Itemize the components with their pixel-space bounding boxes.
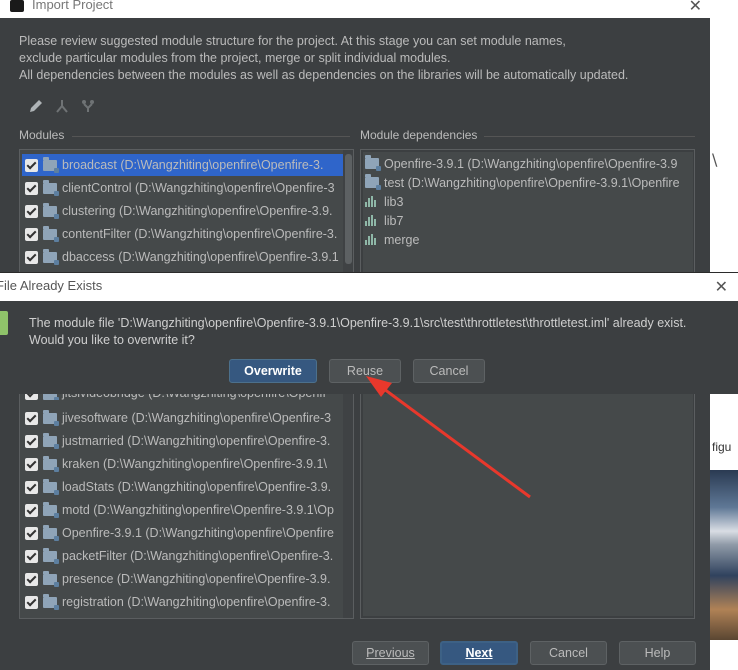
background-text-fragment: figu [712,440,732,454]
module-row-broadcast[interactable]: broadcast (D:\Wangzhiting\openfire\Openf… [22,154,344,176]
folder-icon [365,174,381,190]
modules-separator [72,136,350,137]
module-folder-icon [43,202,59,219]
folder-icon [365,155,381,171]
split-icon[interactable] [80,98,96,114]
module-folder-icon [43,478,59,495]
dependency-row[interactable]: Openfire-3.9.1 (D:\Wangzhiting\openfire\… [365,154,694,173]
file-exists-title: File Already Exists [0,278,103,293]
module-folder-icon [43,248,59,265]
module-row-clustering[interactable]: clustering (D:\Wangzhiting\openfire\Open… [22,200,344,222]
module-row-dbaccess[interactable]: dbaccess (D:\Wangzhiting\openfire\Openfi… [22,246,344,268]
module-checkbox[interactable] [25,411,38,425]
library-icon [365,234,379,245]
module-checkbox[interactable] [25,181,38,195]
description-text: Please review suggested module structure… [19,34,629,82]
module-folder-icon [43,547,59,564]
module-row-justmarried[interactable]: justmarried (D:\Wangzhiting\openfire\Ope… [22,430,344,452]
module-folder-icon [43,570,59,587]
module-checkbox[interactable] [25,434,38,448]
dependency-row[interactable]: test (D:\Wangzhiting\openfire\Openfire-3… [365,173,694,192]
module-checkbox[interactable] [25,595,38,609]
next-button[interactable]: Next [440,641,518,665]
module-row-openfire[interactable]: Openfire-3.9.1 (D:\Wangzhiting\openfire\… [22,522,344,544]
dialog-titlebar: Import Project ✕ [0,0,710,18]
cancel-overwrite-button[interactable]: Cancel [413,359,485,383]
module-checkbox[interactable] [25,250,38,264]
library-icon [365,215,379,226]
overwrite-button[interactable]: Overwrite [229,359,317,383]
module-row-jivesoftware[interactable]: jivesoftware (D:\Wangzhiting\openfire\Op… [22,407,344,429]
module-row-loadstats[interactable]: loadStats (D:\Wangzhiting\openfire\Openf… [22,476,344,498]
module-row-presence[interactable]: presence (D:\Wangzhiting\openfire\Openfi… [22,568,344,590]
module-folder-icon [43,524,59,541]
dependency-row[interactable]: merge [365,230,694,249]
dependencies-separator [484,136,695,137]
module-checkbox[interactable] [25,480,38,494]
module-folder-icon [43,593,59,610]
modules-section-label: Modules [19,128,65,142]
merge-icon[interactable] [54,98,70,114]
background-photo [710,470,738,640]
reuse-button[interactable]: Reuse [329,359,401,383]
module-row-contentfilter[interactable]: contentFilter (D:\Wangzhiting\openfire\O… [22,223,344,245]
module-row-registration[interactable]: registration (D:\Wangzhiting\openfire\Op… [22,591,344,613]
module-row-kraken[interactable]: kraken (D:\Wangzhiting\openfire\Openfire… [22,453,344,475]
background-glyph: \ [712,150,718,169]
module-row-clientcontrol[interactable]: clientControl (D:\Wangzhiting\openfire\O… [22,177,344,199]
module-folder-icon [43,455,59,472]
module-checkbox[interactable] [25,503,38,517]
module-toolbar [28,98,96,114]
module-checkbox[interactable] [25,549,38,563]
dependencies-section-label: Module dependencies [360,128,478,142]
module-checkbox[interactable] [25,158,38,172]
file-exists-titlebar: File Already Exists ✕ [0,273,738,301]
file-exists-dialog: File Already Exists ✕ The module file 'D… [0,272,738,394]
intellij-app-icon [10,0,24,12]
module-folder-icon [43,225,59,242]
module-checkbox[interactable] [25,457,38,471]
module-folder-icon [43,156,59,173]
dialog-title: Import Project [32,0,113,12]
module-checkbox[interactable] [25,204,38,218]
module-folder-icon [43,179,59,196]
cancel-button[interactable]: Cancel [530,641,607,665]
file-exists-message: The module file 'D:\Wangzhiting\openfire… [29,316,687,347]
module-folder-icon [43,409,59,426]
module-row-packetfilter[interactable]: packetFilter (D:\Wangzhiting\openfire\Op… [22,545,344,567]
dependency-row[interactable]: lib3 [365,192,694,211]
module-checkbox[interactable] [25,227,38,241]
previous-button[interactable]: Previous [352,641,429,665]
module-checkbox[interactable] [25,526,38,540]
rename-pencil-icon[interactable] [28,98,44,114]
module-checkbox[interactable] [25,572,38,586]
dependency-row[interactable]: lib7 [365,211,694,230]
close-icon[interactable]: ✕ [689,0,702,15]
help-button[interactable]: Help [619,641,696,665]
module-folder-icon [43,501,59,518]
module-folder-icon [43,432,59,449]
question-icon [0,311,8,335]
close-icon[interactable]: ✕ [715,277,728,296]
module-row-motd[interactable]: motd (D:\Wangzhiting\openfire\Openfire-3… [22,499,344,521]
modules-scroll-thumb[interactable] [345,154,352,264]
library-icon [365,196,379,207]
